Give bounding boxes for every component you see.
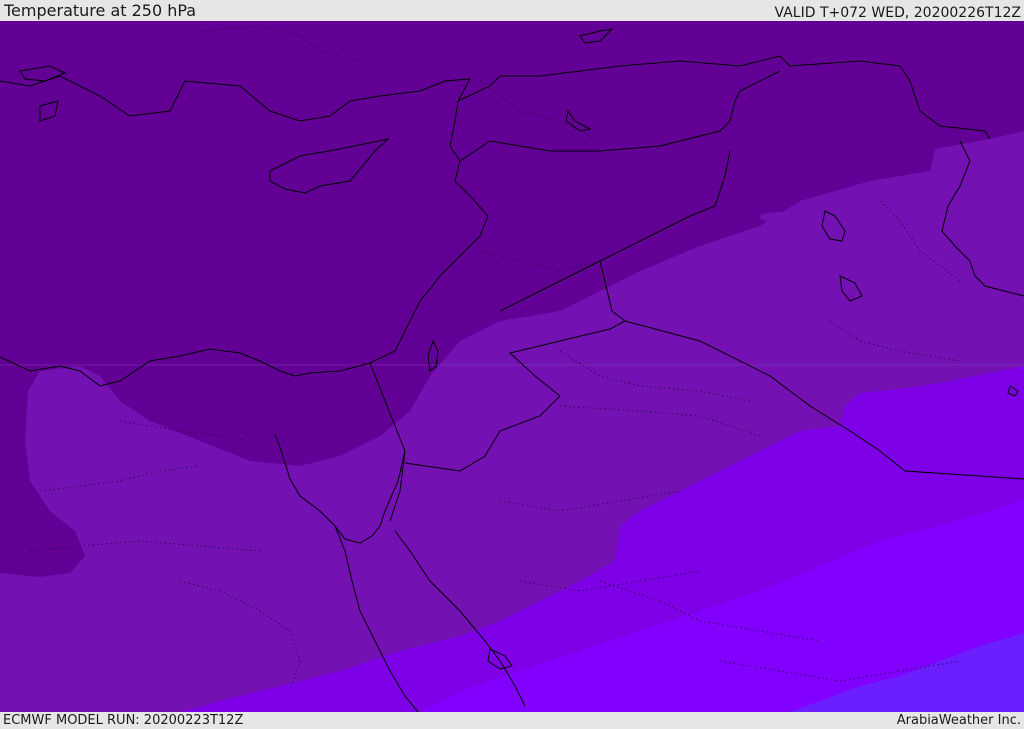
model-run-label: ECMWF MODEL RUN: 20200223T12Z bbox=[3, 713, 244, 728]
footer-bar: ECMWF MODEL RUN: 20200223T12Z ArabiaWeat… bbox=[0, 712, 1024, 729]
valid-time: VALID T+072 WED, 20200226T12Z bbox=[774, 5, 1021, 21]
weather-map-frame: Temperature at 250 hPa VALID T+072 WED, … bbox=[0, 0, 1024, 729]
map-canvas[interactable] bbox=[0, 21, 1024, 712]
map-title: Temperature at 250 hPa bbox=[4, 1, 197, 20]
temperature-map-svg bbox=[0, 21, 1024, 712]
cold-patch bbox=[760, 212, 796, 222]
header-bar: Temperature at 250 hPa VALID T+072 WED, … bbox=[0, 0, 1024, 21]
credit-label: ArabiaWeather Inc. bbox=[896, 713, 1021, 728]
